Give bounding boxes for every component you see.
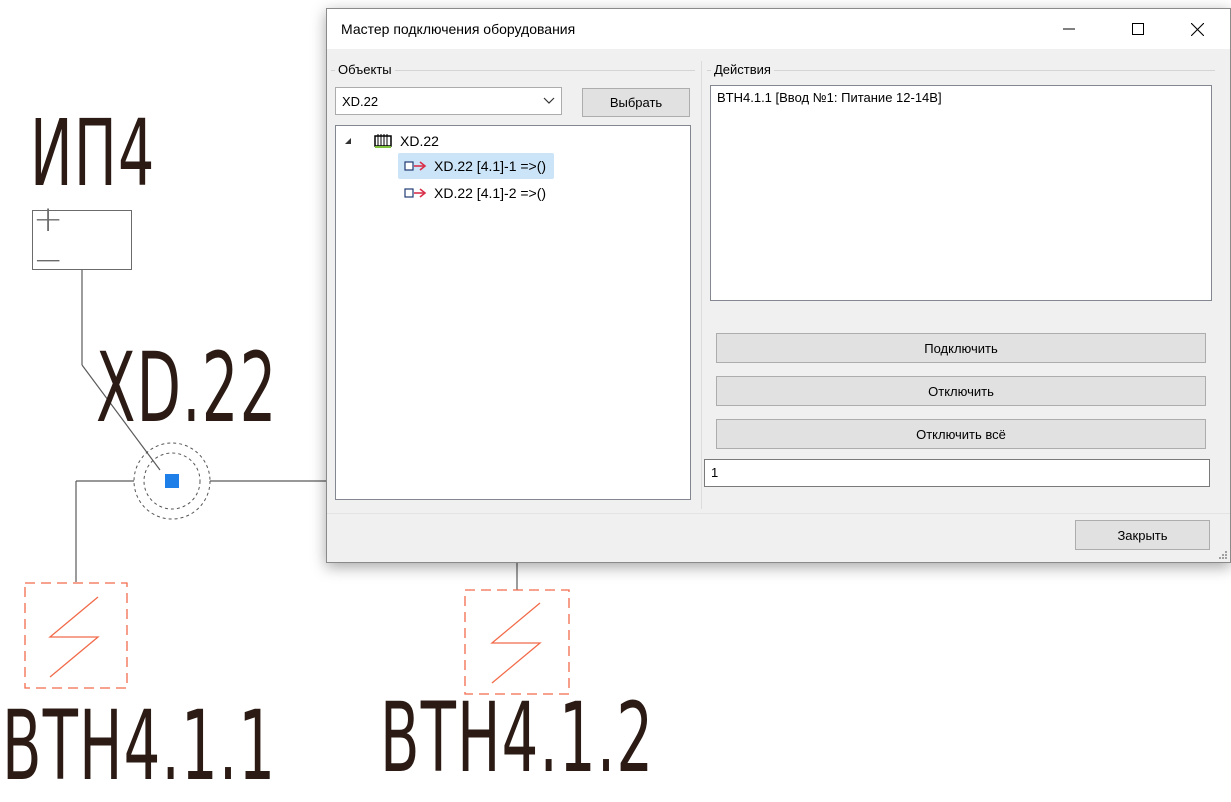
device-bth4-1-1-symbol[interactable] xyxy=(24,582,128,689)
objects-group: Объекты xyxy=(331,62,695,77)
close-icon xyxy=(1190,22,1204,36)
pin-arrow-icon xyxy=(404,188,427,198)
resize-grip-icon[interactable] xyxy=(1218,550,1228,560)
maximize-button[interactable] xyxy=(1115,9,1161,49)
connect-button[interactable]: Подключить xyxy=(716,333,1206,363)
tree-node-pin-1[interactable]: XD.22 [4.1]-1 =>() xyxy=(398,153,555,179)
select-button[interactable]: Выбрать xyxy=(582,88,690,117)
connector-label: XD.22 xyxy=(96,332,278,444)
minimize-button[interactable] xyxy=(1046,9,1092,49)
objects-tree[interactable]: XD.22 XD.22 [4.1]-1 =>() XD.22 [4.1]-2 =… xyxy=(335,125,691,500)
tree-node-label: XD.22 xyxy=(400,133,439,149)
actions-group: Действия xyxy=(707,62,1215,77)
device-label-2: BTH4.1.2 xyxy=(380,682,655,794)
power-supply-label: ИП4 xyxy=(30,100,156,207)
action-list-item[interactable]: BTH4.1.1 [Ввод №1: Питание 12-14В] xyxy=(717,90,1205,105)
device-label-1: BTH4.1.1 xyxy=(2,690,277,802)
tree-node-pin-2[interactable]: XD.22 [4.1]-2 =>() xyxy=(404,182,546,204)
tree-node-root[interactable]: XD.22 xyxy=(344,130,439,152)
device-bth4-1-2-symbol[interactable] xyxy=(464,589,570,695)
connection-wizard-dialog: Мастер подключения оборудования Объекты … xyxy=(326,8,1231,563)
combobox-value: XD.22 xyxy=(342,94,379,109)
pin-arrow-icon xyxy=(404,161,427,171)
dialog-title: Мастер подключения оборудования xyxy=(341,21,576,37)
power-terminal-box[interactable]: + − xyxy=(32,199,132,281)
tree-node-label: XD.22 [4.1]-2 =>() xyxy=(434,185,547,201)
connector-block-icon xyxy=(374,134,392,148)
object-select-combobox[interactable]: XD.22 xyxy=(335,87,562,115)
footer-divider xyxy=(327,513,1230,514)
connection-node[interactable] xyxy=(133,442,211,520)
actions-list[interactable]: BTH4.1.1 [Ввод №1: Питание 12-14В] xyxy=(710,85,1212,301)
close-dialog-button[interactable]: Закрыть xyxy=(1075,520,1210,550)
title-bar[interactable]: Мастер подключения оборудования xyxy=(327,9,1230,49)
terminal-symbols: + − xyxy=(33,199,74,281)
maximize-icon xyxy=(1132,23,1144,35)
minimize-icon xyxy=(1063,28,1075,30)
expand-triangle-icon[interactable] xyxy=(344,137,352,145)
actions-group-label: Действия xyxy=(711,62,774,77)
disconnect-button[interactable]: Отключить xyxy=(716,376,1206,406)
chevron-down-icon xyxy=(543,97,555,104)
close-button[interactable] xyxy=(1174,9,1220,49)
counter-field[interactable]: 1 xyxy=(704,459,1210,487)
objects-group-label: Объекты xyxy=(335,62,395,77)
group-divider xyxy=(701,61,702,509)
tree-node-label: XD.22 [4.1]-1 =>() xyxy=(434,158,547,174)
disconnect-all-button[interactable]: Отключить всё xyxy=(716,419,1206,449)
